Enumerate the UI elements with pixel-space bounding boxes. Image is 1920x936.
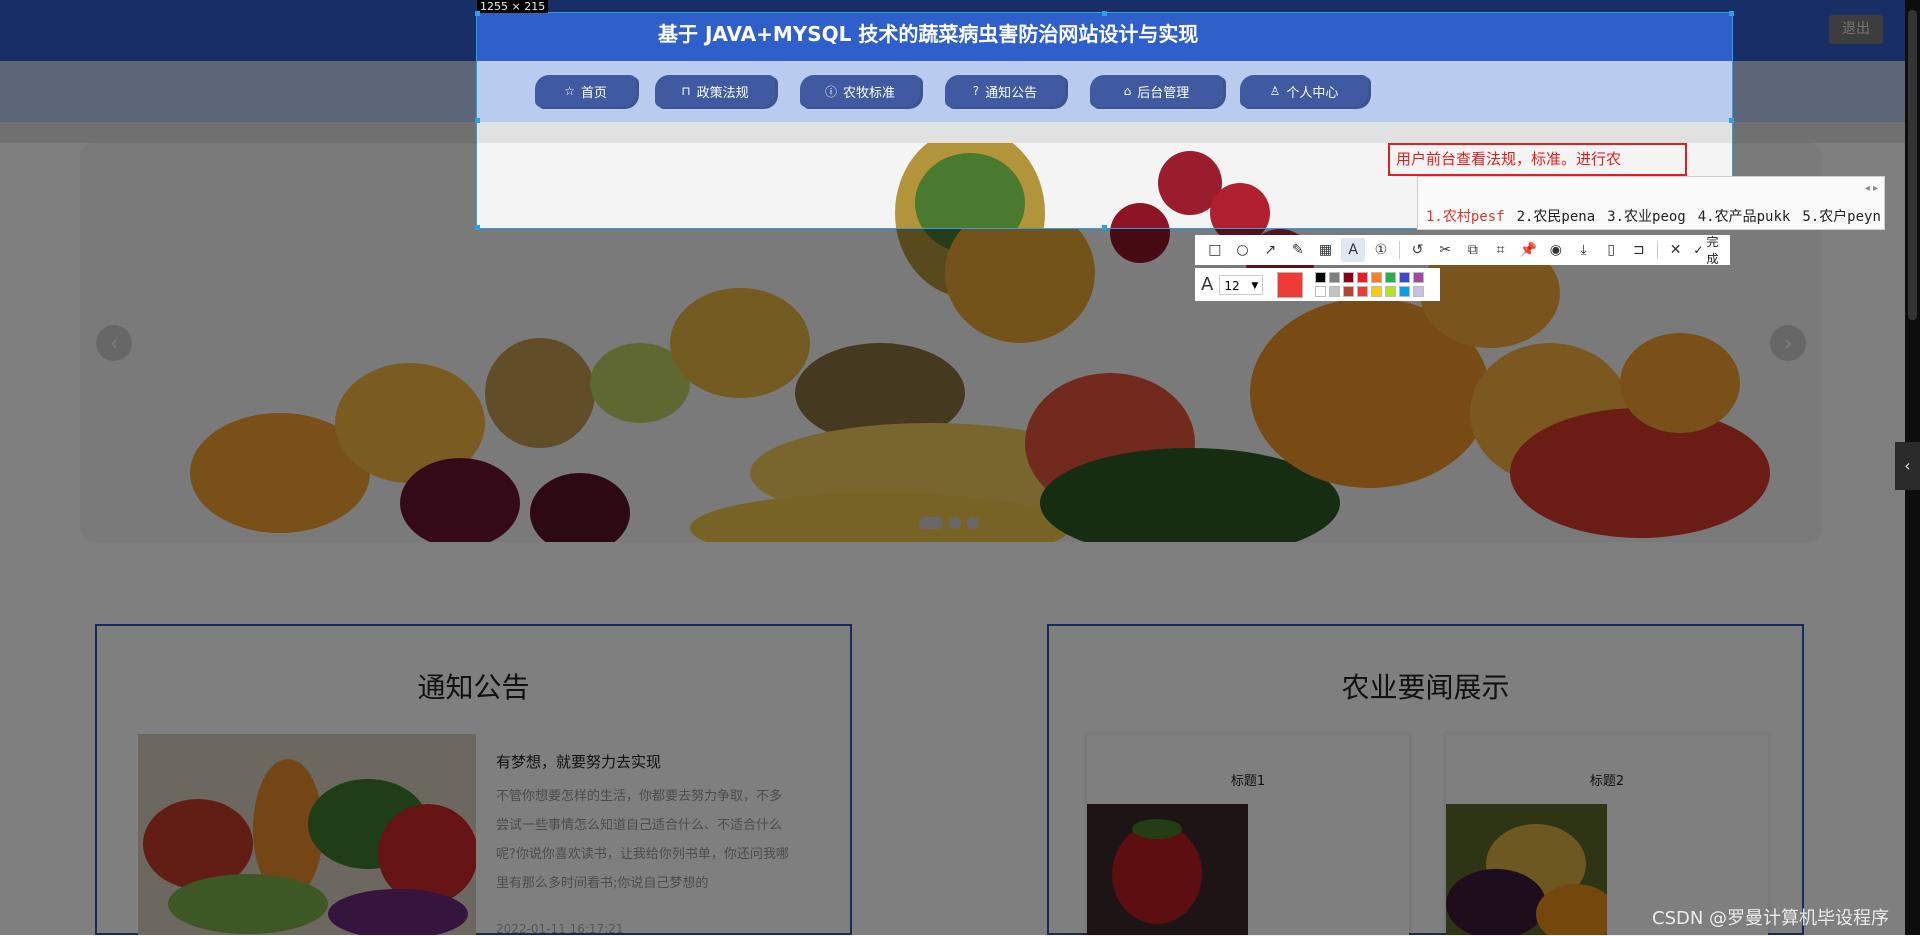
news-card-image [1087,804,1248,935]
scrollbar-thumb[interactable] [1908,10,1917,320]
color-swatch[interactable] [1399,272,1411,283]
font-size-select[interactable]: 12 ▼ [1219,274,1264,295]
ocr-icon[interactable]: ⌗ [1489,238,1513,262]
banner-dot[interactable] [949,517,961,529]
font-icon: A [1201,274,1214,295]
resize-handle[interactable] [1729,118,1734,123]
color-swatch[interactable] [1329,286,1341,297]
news-card-image [1446,804,1607,935]
color-swatch[interactable] [1329,272,1341,283]
resize-handle[interactable] [475,11,480,16]
current-color-swatch[interactable] [1277,271,1304,298]
capture-nav-policy: ⊓ 政策法规 [655,75,775,107]
toolbar-divider [1656,241,1658,259]
text-style-bar: A 12 ▼ [1195,268,1440,301]
color-swatch[interactable] [1315,286,1327,297]
rectangle-tool-icon[interactable]: □ [1203,238,1227,262]
banner-next-button[interactable]: › [1770,325,1806,361]
ime-candidate[interactable]: 1.农村pesf [1426,206,1505,226]
color-swatch[interactable] [1385,286,1397,297]
color-swatch[interactable] [1343,286,1355,297]
capture-size-label: 1255 × 215 [477,0,549,13]
color-swatch[interactable] [1315,272,1327,283]
close-icon[interactable]: ✕ [1664,238,1688,262]
arrow-tool-icon[interactable]: ↗ [1258,238,1282,262]
color-swatch[interactable] [1343,272,1355,283]
screenshot-toolbar: □ ○ ↗ ✎ ▦ A ① ↺ ✂ ⧉ ⌗ 📌 ◉ ⤓ ▯ ⊐ ✕ ✓ 完成 [1195,233,1730,267]
ime-candidate-window: ◂ ▸ 1.农村pesf 2.农民pena 3.农业peog 4.农产品pukk… [1417,176,1885,230]
ellipse-tool-icon[interactable]: ○ [1231,238,1255,262]
ime-page-arrows-icon[interactable]: ◂ ▸ [1865,183,1878,194]
ime-candidate[interactable]: 5.农户peyn [1802,206,1881,226]
color-palette [1315,272,1425,297]
resize-handle[interactable] [475,118,480,123]
done-button[interactable]: ✓ 完成 [1693,233,1730,267]
font-size-value: 12 [1224,278,1240,293]
capture-nav-standards: ⓘ 农牧标准 [800,75,920,107]
banner-dot[interactable] [919,517,943,529]
logout-button[interactable]: 退出 [1829,15,1883,44]
banner-prev-button[interactable]: ‹ [96,325,132,361]
copy-text-icon[interactable]: ⧉ [1461,238,1485,262]
download-icon[interactable]: ⤓ [1572,238,1596,262]
ime-candidate[interactable]: 3.农业peog [1607,206,1686,226]
notice-body: 不管你想要怎样的生活，你都要去努力争取，不多尝试一些事情怎么知道自己适合什么、不… [496,789,789,891]
color-swatch[interactable] [1357,272,1369,283]
resize-handle[interactable] [475,225,480,230]
resize-handle[interactable] [1102,225,1107,230]
pin-icon[interactable]: 📌 [1516,238,1540,262]
side-collapse-icon[interactable]: ‹ [1895,442,1920,490]
text-tool-icon[interactable]: A [1341,238,1366,262]
news-card-title: 标题1 [1230,774,1266,789]
ime-candidate[interactable]: 4.农产品pukk [1698,206,1791,226]
done-label: 完成 [1706,235,1719,266]
resize-handle[interactable] [1102,11,1107,16]
record-icon[interactable]: ◉ [1544,238,1568,262]
notice-title: 通知公告 [417,671,530,704]
check-icon: ✓ [1693,243,1704,257]
banner-dot[interactable] [967,517,979,529]
phone-icon[interactable]: ▯ [1599,238,1623,262]
mosaic-tool-icon[interactable]: ▦ [1314,238,1338,262]
scissors-icon[interactable]: ✂ [1433,238,1457,262]
capture-site-title: 基于 JAVA+MYSQL 技术的蔬菜病虫害防治网站设计与实现 [658,22,1199,46]
bookmark-icon[interactable]: ⊐ [1627,238,1651,262]
capture-nav-notice: ? 通知公告 [945,75,1065,107]
number-tool-icon[interactable]: ① [1369,238,1393,262]
pencil-tool-icon[interactable]: ✎ [1286,238,1310,262]
color-swatch[interactable] [1413,286,1425,297]
color-swatch[interactable] [1413,272,1425,283]
notice-date: 2022-01-11 16:17:21 [496,922,624,936]
chevron-down-icon: ▼ [1251,280,1259,291]
toolbar-divider [1398,241,1400,259]
resize-handle[interactable] [1729,11,1734,16]
banner-indicator [919,517,979,529]
news-title: 农业要闻展示 [1341,671,1510,704]
capture-nav-profile: ♙ 个人中心 [1240,75,1368,107]
ime-candidate[interactable]: 2.农民pena [1517,206,1596,226]
notice-headline[interactable]: 有梦想，就要努力去实现 [496,751,661,772]
color-swatch[interactable] [1385,272,1397,283]
news-card-title: 标题2 [1589,774,1625,789]
news-card[interactable]: 标题1 [1087,734,1409,935]
capture-nav-home: ☆ 首页 [535,75,636,107]
annotation-text-box[interactable]: 用户前台查看法规，标准。进行农 [1388,143,1687,176]
color-swatch[interactable] [1357,286,1369,297]
undo-icon[interactable]: ↺ [1406,238,1430,262]
color-swatch[interactable] [1399,286,1411,297]
color-swatch[interactable] [1371,286,1383,297]
color-swatch[interactable] [1371,272,1383,283]
notice-vegetable-image[interactable] [138,734,476,935]
csdn-watermark: CSDN @罗曼计算机毕设程序 [1652,908,1890,929]
capture-nav-admin: ⌂ 后台管理 [1090,75,1223,107]
